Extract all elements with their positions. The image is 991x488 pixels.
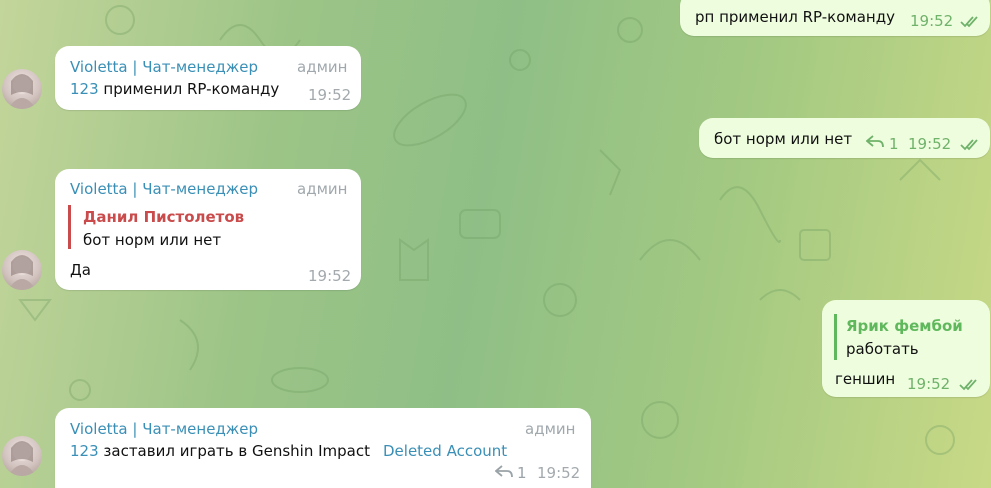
message-outgoing[interactable]: бот норм или нет 1 19:52 xyxy=(699,118,990,158)
reply-count[interactable]: 1 xyxy=(517,464,527,482)
message-text: 123 применил RP-команду xyxy=(70,80,280,98)
message-outgoing[interactable]: Ярик фембой работать геншин 19:52 xyxy=(822,300,990,397)
admin-badge: админ xyxy=(297,180,348,198)
sender-name[interactable]: Violetta | Чат-менеджер xyxy=(70,58,258,76)
reply-count[interactable]: 1 xyxy=(889,135,899,153)
message-time: 19:52 xyxy=(537,464,581,482)
double-check-icon xyxy=(960,16,978,28)
message-text: Да xyxy=(70,261,91,279)
message-text: 123 заставил играть в Genshin Impact xyxy=(70,442,370,460)
deleted-account-link[interactable]: Deleted Account xyxy=(383,442,507,460)
message-incoming[interactable]: Violetta | Чат-менеджер админ 123 застав… xyxy=(55,408,591,488)
user-link[interactable]: 123 xyxy=(70,80,99,98)
quote-text: работать xyxy=(846,340,919,358)
message-time: 19:52 xyxy=(308,86,352,104)
quote-text: бот норм или нет xyxy=(83,231,222,249)
message-text: рп применил RP-команду xyxy=(695,8,895,26)
admin-badge: админ xyxy=(297,58,348,76)
avatar[interactable] xyxy=(2,436,42,476)
sender-name[interactable]: Violetta | Чат-менеджер xyxy=(70,180,258,198)
message-time: 19:52 xyxy=(910,12,954,30)
sender-name[interactable]: Violetta | Чат-менеджер xyxy=(70,420,258,438)
quote-author: Ярик фембой xyxy=(846,317,963,335)
message-incoming[interactable]: Violetta | Чат-менеджер админ Данил Пист… xyxy=(55,169,361,290)
message-time: 19:52 xyxy=(308,267,352,285)
message-text: бот норм или нет xyxy=(714,130,853,148)
user-link[interactable]: 123 xyxy=(70,442,99,460)
quote-author: Данил Пистолетов xyxy=(83,208,245,226)
reply-arrow-icon xyxy=(495,465,513,478)
avatar[interactable] xyxy=(2,69,42,109)
avatar[interactable] xyxy=(2,250,42,290)
double-check-icon xyxy=(960,139,978,151)
reply-arrow-icon xyxy=(866,135,884,148)
double-check-icon xyxy=(959,379,977,391)
message-time: 19:52 xyxy=(907,375,951,393)
admin-badge: админ xyxy=(525,420,576,438)
message-time: 19:52 xyxy=(908,135,952,153)
message-text: геншин xyxy=(835,370,896,388)
message-incoming[interactable]: Violetta | Чат-менеджер админ 123 примен… xyxy=(55,46,361,110)
message-outgoing[interactable]: рп применил RP-команду 19:52 xyxy=(680,0,990,36)
